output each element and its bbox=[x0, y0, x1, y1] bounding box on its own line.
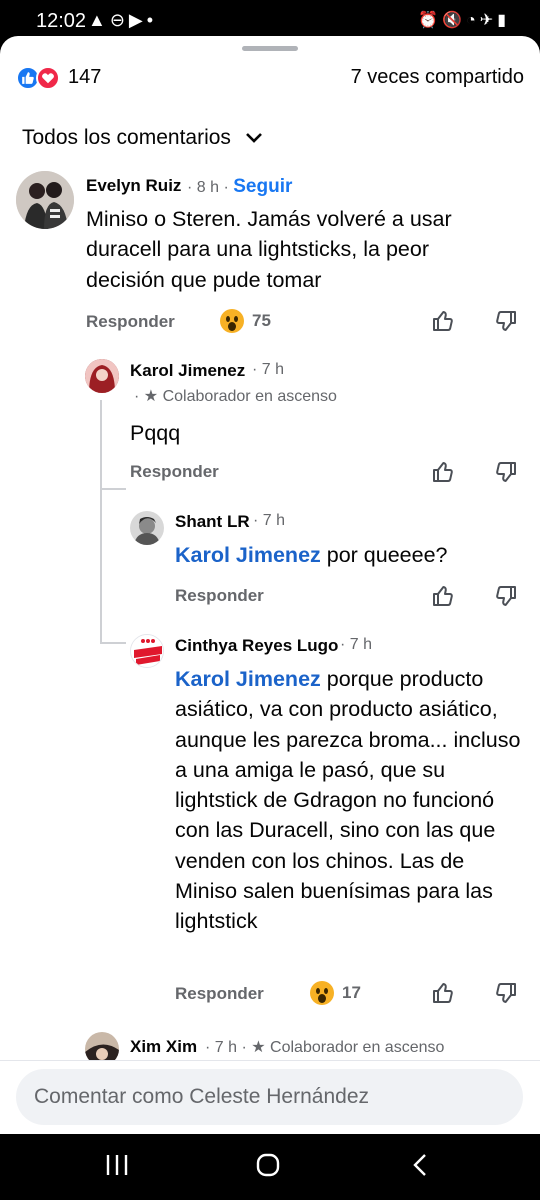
comment-text: Pqqq bbox=[130, 421, 181, 445]
comment-time: 7 h bbox=[214, 1039, 238, 1056]
battery-icon: ▮ bbox=[497, 12, 510, 29]
status-left-icons: ▲⊖▶• bbox=[88, 10, 157, 31]
comment-meta: · 7 h bbox=[253, 512, 286, 529]
comment-text: Miniso o Steren. Jamás volveré a usar du… bbox=[86, 207, 452, 292]
reaction-count: 17 bbox=[342, 983, 361, 1002]
recent-apps-button[interactable] bbox=[104, 1152, 130, 1183]
dot-icon: • bbox=[146, 10, 158, 30]
reply-button[interactable]: Responder bbox=[86, 312, 175, 332]
comment-text: Karol Jimenez porque producto asiático, … bbox=[175, 664, 525, 937]
like-icon[interactable] bbox=[431, 460, 455, 484]
avatar[interactable] bbox=[16, 171, 74, 229]
dislike-icon[interactable] bbox=[494, 981, 518, 1005]
chevron-down-icon bbox=[245, 126, 263, 150]
airplane-icon: ✈ bbox=[479, 12, 498, 29]
status-right-icons: ⏰🔇◔✈▮ bbox=[418, 10, 510, 30]
comment-text-body: porque producto asiático, va con product… bbox=[175, 667, 521, 934]
youtube-icon: ▶ bbox=[128, 10, 147, 30]
comment-input[interactable] bbox=[16, 1069, 523, 1125]
comment-time: 7 h bbox=[349, 636, 373, 653]
back-button[interactable] bbox=[408, 1152, 434, 1183]
star-icon: ★ bbox=[143, 388, 159, 405]
avatar[interactable] bbox=[130, 634, 164, 668]
wow-reaction-icon bbox=[220, 309, 244, 333]
comment-meta: · 7 h bbox=[252, 361, 285, 378]
like-icon[interactable] bbox=[431, 584, 455, 608]
comments-sheet: 147 7 veces compartido Todos los comenta… bbox=[0, 36, 540, 1134]
reaction-count: 75 bbox=[252, 311, 271, 330]
comment-text: Karol Jimenez por queeee? bbox=[175, 540, 515, 570]
mute-icon: 🔇 bbox=[442, 12, 467, 29]
comment-text-body: por queeee? bbox=[320, 543, 448, 567]
status-time: 12:02 bbox=[36, 10, 87, 32]
avatar[interactable] bbox=[85, 359, 119, 393]
dislike-icon[interactable] bbox=[494, 584, 518, 608]
reaction-icons bbox=[16, 66, 62, 92]
reply-button[interactable]: Responder bbox=[175, 586, 264, 606]
shares-count[interactable]: 7 veces compartido bbox=[351, 66, 524, 89]
like-icon[interactable] bbox=[431, 309, 455, 333]
comment-author[interactable]: Cinthya Reyes Lugo bbox=[175, 636, 338, 656]
comment-author[interactable]: Xim Xim bbox=[130, 1037, 197, 1057]
follow-button[interactable]: Seguir bbox=[233, 176, 292, 197]
comment-author[interactable]: Karol Jimenez bbox=[130, 361, 245, 381]
avatar[interactable] bbox=[130, 511, 164, 545]
love-reaction-icon bbox=[36, 66, 60, 90]
wow-reaction-icon bbox=[310, 981, 334, 1005]
thread-line bbox=[100, 400, 102, 644]
comment-filter-dropdown[interactable]: Todos los comentarios bbox=[22, 126, 263, 150]
warning-icon: ▲ bbox=[88, 10, 110, 30]
contributor-badge: · ★ Colaborador en ascenso bbox=[134, 388, 337, 405]
home-button[interactable] bbox=[255, 1152, 281, 1183]
drag-handle[interactable] bbox=[242, 46, 298, 51]
mention-link[interactable]: Karol Jimenez bbox=[175, 543, 321, 567]
thread-line bbox=[100, 488, 126, 490]
badge-label: Colaborador en ascenso bbox=[270, 1039, 445, 1056]
like-icon[interactable] bbox=[431, 981, 455, 1005]
comment-time: 7 h bbox=[261, 361, 285, 378]
mention-link[interactable]: Karol Jimenez bbox=[175, 667, 321, 691]
comment-composer bbox=[0, 1060, 540, 1134]
comment-time: 7 h bbox=[262, 512, 286, 529]
alarm-icon: ⏰ bbox=[418, 12, 443, 29]
reaction-summary[interactable]: 75 bbox=[220, 309, 271, 333]
reply-button[interactable]: Responder bbox=[175, 984, 264, 1004]
reactions-summary[interactable]: 147 7 veces compartido bbox=[16, 66, 524, 96]
comment-author[interactable]: Evelyn Ruiz bbox=[86, 176, 181, 196]
comment-meta: · 7 h bbox=[340, 636, 373, 653]
reaction-summary[interactable]: 17 bbox=[310, 981, 361, 1005]
thread-line bbox=[100, 642, 126, 644]
comment-meta: · 7 h · ★ Colaborador en ascenso bbox=[205, 1039, 445, 1056]
comment-author[interactable]: Shant LR bbox=[175, 512, 250, 532]
reaction-count: 147 bbox=[68, 66, 102, 88]
system-nav-bar bbox=[0, 1134, 540, 1200]
comment-meta: · 8 h · Seguir bbox=[187, 176, 293, 197]
dislike-icon[interactable] bbox=[494, 460, 518, 484]
star-icon: ★ bbox=[251, 1039, 266, 1056]
filter-label: Todos los comentarios bbox=[22, 126, 231, 149]
dislike-icon[interactable] bbox=[494, 309, 518, 333]
minus-circle-icon: ⊖ bbox=[109, 10, 129, 30]
wifi-icon: ◔ bbox=[466, 12, 480, 29]
reply-button[interactable]: Responder bbox=[130, 462, 219, 482]
comment-time: 8 h bbox=[196, 179, 220, 196]
badge-label: Colaborador en ascenso bbox=[162, 388, 337, 405]
